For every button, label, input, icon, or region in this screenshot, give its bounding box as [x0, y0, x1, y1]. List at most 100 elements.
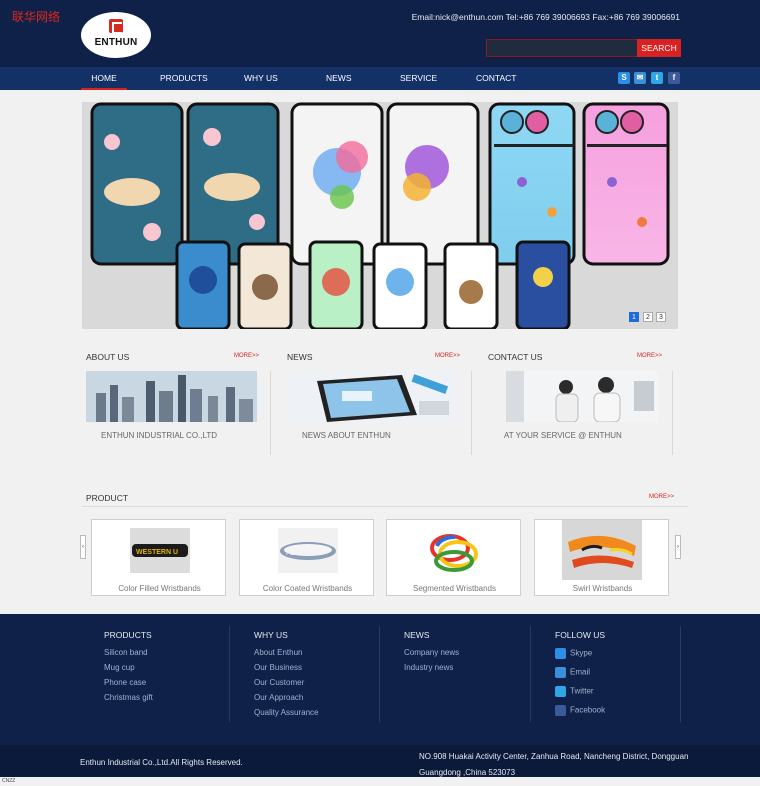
footer-link-label: Facebook	[570, 705, 606, 715]
about-us-more-link[interactable]: MORE>>	[234, 353, 259, 359]
banner-page-3[interactable]: 3	[656, 312, 666, 322]
search-input[interactable]	[486, 39, 638, 57]
phone-cases-image	[82, 102, 678, 329]
footer-link[interactable]: Our Customer	[254, 678, 318, 693]
footer-link-label: Skype	[570, 648, 593, 658]
contact-us-caption[interactable]: AT YOUR SERVICE @ ENTHUN	[504, 431, 622, 440]
nav-service[interactable]: SERVICE	[400, 67, 437, 90]
section-divider	[471, 371, 472, 455]
banner-page-1[interactable]: 1	[629, 312, 639, 322]
product-name[interactable]: Segmented Wristbands	[387, 584, 522, 593]
site-footer: PRODUCTS Silicon band Mug cup Phone case…	[0, 614, 760, 745]
product-image: PLAY HARD	[278, 528, 338, 573]
skype-icon[interactable]: S	[618, 72, 630, 84]
footer-divider	[229, 626, 230, 722]
footer-link[interactable]: Industry news	[404, 663, 459, 678]
product-card[interactable]: Segmented Wristbands	[386, 519, 521, 596]
product-name[interactable]: Color Filled Wristbands	[92, 584, 227, 593]
corner-text: 联华网络	[12, 10, 61, 24]
banner-page-2[interactable]: 2	[643, 312, 653, 322]
email-icon	[555, 667, 566, 678]
product-next-arrow[interactable]: ›	[675, 535, 681, 559]
footer-skype-link[interactable]: Skype	[555, 648, 605, 667]
news-more-link[interactable]: MORE>>	[435, 353, 460, 359]
twitter-icon[interactable]: t	[651, 72, 663, 84]
footer-column-title: WHY US	[254, 630, 288, 640]
footer-link[interactable]: Silicon band	[104, 648, 153, 663]
nav-products[interactable]: PRODUCTS	[160, 67, 208, 90]
footer-link[interactable]: Christmas gift	[104, 693, 153, 708]
facebook-icon[interactable]: f	[668, 72, 680, 84]
product-name[interactable]: Color Coated Wristbands	[240, 584, 375, 593]
contact-us-image[interactable]	[506, 371, 658, 422]
footer-column-title: PRODUCTS	[104, 630, 152, 640]
contact-info: Email:nick@enthun.com Tel:+86 769 390066…	[411, 12, 680, 22]
search-button[interactable]: SEARCH	[637, 39, 681, 57]
footer-divider	[680, 626, 681, 722]
nav-news[interactable]: NEWS	[326, 67, 352, 90]
nav-why-us[interactable]: WHY US	[244, 67, 278, 90]
contact-us-title: CONTACT US	[488, 352, 543, 362]
nav-contact[interactable]: CONTACT	[476, 67, 516, 90]
svg-text:PLAY HARD: PLAY HARD	[286, 551, 320, 557]
product-name[interactable]: Swirl Wristbands	[535, 584, 670, 593]
footer-link[interactable]: Mug cup	[104, 663, 153, 678]
address-line-1: NO.908 Huakai Activity Center, Zanhua Ro…	[419, 752, 689, 761]
nav-home[interactable]: HOME	[81, 67, 127, 90]
footer-link[interactable]: Company news	[404, 648, 459, 663]
footer-products-column: PRODUCTS Silicon band Mug cup Phone case…	[104, 630, 153, 708]
product-image: WESTERN U	[130, 528, 190, 573]
footer-link[interactable]: Quality Assurance	[254, 708, 318, 723]
address-text: NO.908 Huakai Activity Center, Zanhua Ro…	[419, 749, 689, 781]
enthun-logo[interactable]: ENTHUN	[81, 12, 151, 58]
footer-follow-column: FOLLOW US Skype Email Twitter Facebook	[555, 630, 605, 724]
product-card[interactable]: PLAY HARD Color Coated Wristbands	[239, 519, 374, 596]
product-prev-arrow[interactable]: ‹	[80, 535, 86, 559]
section-divider	[270, 371, 271, 455]
footer-link[interactable]: Phone case	[104, 678, 153, 693]
about-us-caption[interactable]: ENTHUN INDUSTRIAL CO.,LTD	[101, 431, 217, 440]
site-header: 联华网络 ENTHUN Email:nick@enthun.com Tel:+8…	[0, 0, 760, 67]
copyright-text: Enthun Industrial Co.,Ltd.All Rights Res…	[80, 758, 243, 767]
footer-divider	[379, 626, 380, 722]
hero-banner[interactable]	[82, 102, 678, 329]
product-card[interactable]: WESTERN U Color Filled Wristbands	[91, 519, 226, 596]
product-more-link[interactable]: MORE>>	[649, 494, 674, 500]
footer-link-label: Twitter	[570, 686, 594, 696]
footer-link-label: Email	[570, 667, 591, 677]
footer-email-link[interactable]: Email	[555, 667, 605, 686]
footer-bottom-bar: Enthun Industrial Co.,Ltd.All Rights Res…	[0, 745, 760, 777]
email-icon[interactable]: ✉	[634, 72, 646, 84]
footer-link[interactable]: About Enthun	[254, 648, 318, 663]
footer-column-title: FOLLOW US	[555, 630, 606, 640]
product-divider	[82, 506, 688, 507]
about-us-image[interactable]	[86, 371, 257, 422]
footer-link[interactable]: Our Business	[254, 663, 318, 678]
facebook-icon	[555, 705, 566, 716]
footer-news-column: NEWS Company news Industry news	[404, 630, 459, 678]
logo-mark	[109, 19, 123, 34]
main-nav: HOME PRODUCTS WHY US NEWS SERVICE CONTAC…	[0, 67, 760, 90]
about-us-title: ABOUT US	[86, 352, 130, 362]
product-image	[425, 528, 485, 573]
news-image[interactable]	[287, 371, 458, 422]
svg-text:WESTERN U: WESTERN U	[136, 549, 178, 556]
footer-link[interactable]: Our Approach	[254, 693, 318, 708]
footer-why-us-column: WHY US About Enthun Our Business Our Cus…	[254, 630, 318, 723]
news-caption[interactable]: NEWS ABOUT ENTHUN	[302, 431, 391, 440]
footer-facebook-link[interactable]: Facebook	[555, 705, 605, 724]
footer-column-title: NEWS	[404, 630, 430, 640]
section-divider	[672, 371, 673, 455]
news-title: NEWS	[287, 352, 313, 362]
product-image	[562, 520, 642, 580]
twitter-icon	[555, 686, 566, 697]
product-card[interactable]: Swirl Wristbands	[534, 519, 669, 596]
skype-icon	[555, 648, 566, 659]
logo-text: ENTHUN	[94, 37, 138, 48]
footer-divider	[530, 626, 531, 722]
cnzz-badge[interactable]: CNZZ	[2, 778, 15, 784]
contact-us-more-link[interactable]: MORE>>	[637, 353, 662, 359]
address-line-2: Guangdong ,China 523073	[419, 768, 516, 777]
product-title: PRODUCT	[86, 493, 129, 503]
footer-twitter-link[interactable]: Twitter	[555, 686, 605, 705]
